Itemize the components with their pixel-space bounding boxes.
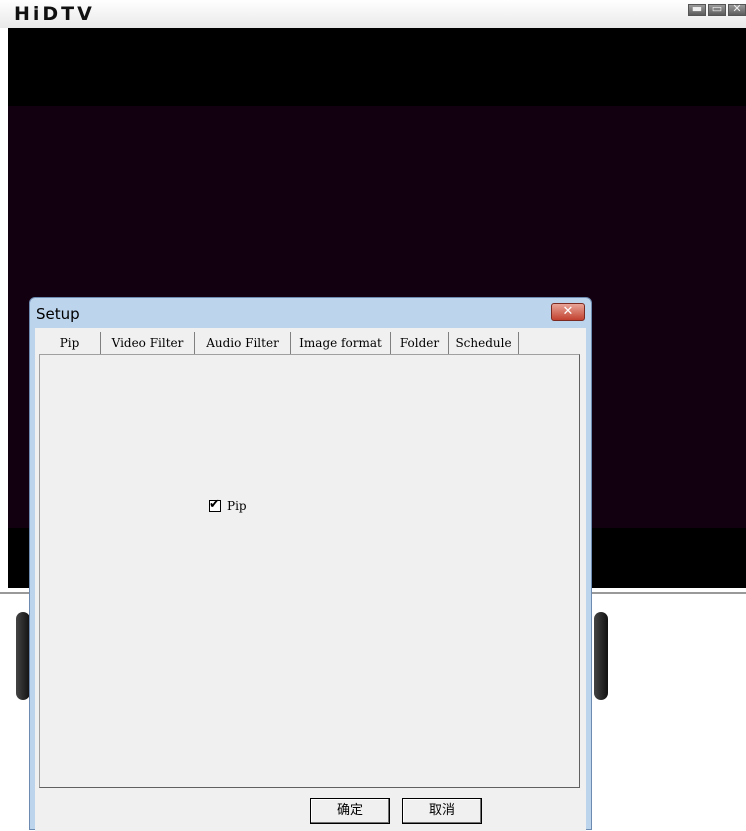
close-window-button[interactable]: ✕: [728, 2, 746, 16]
checkmark-icon: ✔: [209, 497, 220, 512]
tab-pip[interactable]: Pip: [39, 332, 101, 354]
minimize-icon: ▬: [691, 2, 703, 15]
close-icon: ✕: [732, 2, 742, 15]
cancel-button[interactable]: 取消: [402, 798, 482, 824]
tab-folder[interactable]: Folder: [391, 332, 449, 354]
tab-schedule[interactable]: Schedule: [449, 332, 519, 354]
right-handle: [594, 612, 608, 700]
close-icon: ✕: [562, 304, 574, 319]
pip-checkbox-row[interactable]: ✔ Pip: [209, 497, 247, 513]
maximize-icon: ▭: [711, 2, 723, 15]
pip-checkbox[interactable]: ✔: [209, 497, 221, 512]
left-handle: [16, 612, 30, 700]
ok-button[interactable]: 确定: [310, 798, 390, 824]
app-title: HiDTV: [14, 3, 95, 25]
dialog-title: Setup: [36, 305, 80, 323]
tab-panel-pip: ✔ Pip: [39, 354, 580, 788]
pip-checkbox-label: Pip: [227, 499, 247, 513]
app-titlebar[interactable]: HiDTV ▬ ▭ ✕: [0, 0, 746, 28]
setup-dialog: Setup ✕ Pip Video Filter Audio Filter Im…: [29, 297, 592, 831]
minimize-button[interactable]: ▬: [688, 2, 706, 16]
maximize-button[interactable]: ▭: [708, 2, 726, 16]
tab-image-format[interactable]: Image format: [291, 332, 391, 354]
tab-audio-filter[interactable]: Audio Filter: [195, 332, 291, 354]
dialog-close-button[interactable]: ✕: [551, 303, 585, 321]
dialog-client: Pip Video Filter Audio Filter Image form…: [35, 328, 586, 831]
tab-video-filter[interactable]: Video Filter: [101, 332, 195, 354]
window-controls: ▬ ▭ ✕: [688, 2, 746, 16]
